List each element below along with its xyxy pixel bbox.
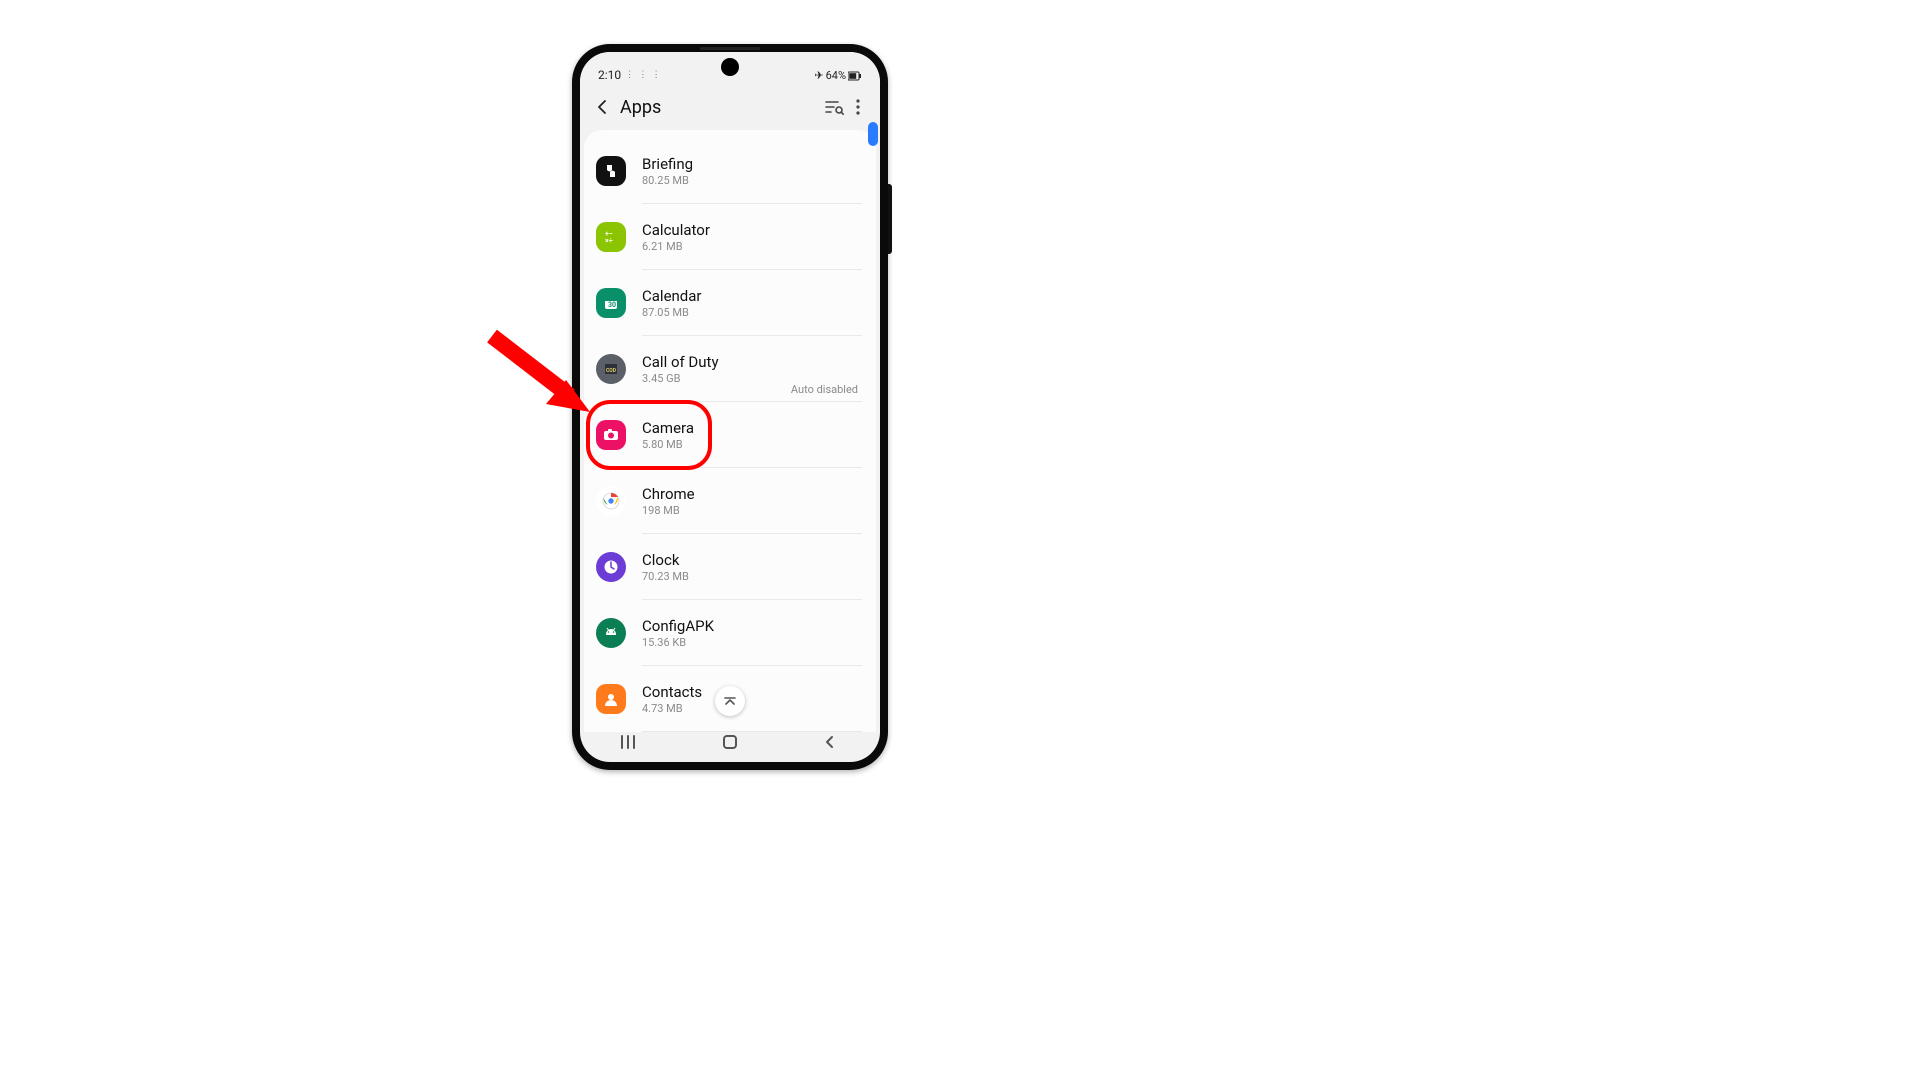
app-name: Call of Duty	[642, 353, 862, 371]
svg-text:COD: COD	[606, 368, 617, 374]
calculator-icon: +−×÷	[596, 222, 626, 252]
app-size: 70.23 MB	[642, 570, 862, 583]
app-header: Apps	[580, 84, 880, 130]
app-name: Calendar	[642, 287, 862, 305]
app-row-call-of-duty[interactable]: COD Call of Duty3.45 GBAuto disabled	[584, 336, 876, 402]
camera-icon	[596, 420, 626, 450]
app-row-configapk[interactable]: ConfigAPK15.36 KB	[584, 600, 876, 666]
phone-speaker	[700, 47, 760, 50]
cod-icon: COD	[596, 354, 626, 384]
nav-home[interactable]	[705, 734, 755, 750]
app-size: 87.05 MB	[642, 306, 862, 319]
svg-text:×÷: ×÷	[605, 237, 613, 245]
app-size: 5.80 MB	[642, 438, 862, 451]
chrome-icon	[596, 486, 626, 516]
app-info: Calendar87.05 MB	[642, 287, 862, 319]
airplane-icon: ✈	[814, 69, 823, 82]
phone-camera-notch	[721, 58, 739, 76]
app-row-calculator[interactable]: +−×÷ Calculator6.21 MB	[584, 204, 876, 270]
app-row-briefing[interactable]: Briefing80.25 MB	[584, 138, 876, 204]
app-row-clock[interactable]: Clock70.23 MB	[584, 534, 876, 600]
app-name: ConfigAPK	[642, 617, 862, 635]
app-info: Calculator6.21 MB	[642, 221, 862, 253]
app-name: Camera	[642, 419, 862, 437]
page-title: Apps	[620, 97, 820, 118]
app-info: Clock70.23 MB	[642, 551, 862, 583]
screen: 2:10 ⋮ ⋮ ⋮ ✈ 64% Apps Briefing80.25 MB +−…	[580, 52, 880, 762]
battery-icon	[848, 71, 862, 81]
scroll-indicator[interactable]	[868, 122, 878, 146]
calendar-icon: 30	[596, 288, 626, 318]
app-status: Auto disabled	[791, 383, 858, 396]
back-button[interactable]	[592, 96, 614, 118]
battery-percent: 64%	[826, 69, 846, 82]
status-time: 2:10	[598, 68, 621, 82]
app-list[interactable]: Briefing80.25 MB +−×÷ Calculator6.21 MB 30 C…	[584, 130, 876, 732]
app-name: Calculator	[642, 221, 862, 239]
app-info: Camera5.80 MB	[642, 419, 862, 451]
app-name: Chrome	[642, 485, 862, 503]
app-info: Contacts4.73 MB	[642, 683, 862, 715]
scroll-to-top-button[interactable]	[715, 686, 745, 716]
svg-text:30: 30	[608, 301, 616, 309]
app-size: 80.25 MB	[642, 174, 862, 187]
app-size: 4.73 MB	[642, 702, 862, 715]
phone-frame: 2:10 ⋮ ⋮ ⋮ ✈ 64% Apps Briefing80.25 MB +−…	[572, 44, 888, 770]
app-row-chrome[interactable]: Chrome198 MB	[584, 468, 876, 534]
nav-recents[interactable]	[605, 735, 655, 749]
app-info: ConfigAPK15.36 KB	[642, 617, 862, 649]
clock-icon	[596, 552, 626, 582]
app-info: Chrome198 MB	[642, 485, 862, 517]
app-size: 198 MB	[642, 504, 862, 517]
search-filter-button[interactable]	[820, 93, 848, 121]
app-row-calendar[interactable]: 30 Calendar87.05 MB	[584, 270, 876, 336]
more-button[interactable]	[848, 93, 868, 121]
app-name: Briefing	[642, 155, 862, 173]
app-name: Clock	[642, 551, 862, 569]
app-name: Contacts	[642, 683, 862, 701]
app-info: Call of Duty3.45 GB	[642, 353, 862, 385]
app-info: Briefing80.25 MB	[642, 155, 862, 187]
app-size: 6.21 MB	[642, 240, 862, 253]
status-notif-icons: ⋮ ⋮ ⋮	[625, 70, 661, 80]
briefing-icon	[596, 156, 626, 186]
contacts-icon	[596, 684, 626, 714]
android-icon	[596, 618, 626, 648]
app-row-camera[interactable]: Camera5.80 MB	[584, 402, 876, 468]
nav-bar	[580, 722, 880, 762]
nav-back[interactable]	[805, 735, 855, 749]
app-size: 15.36 KB	[642, 636, 862, 649]
